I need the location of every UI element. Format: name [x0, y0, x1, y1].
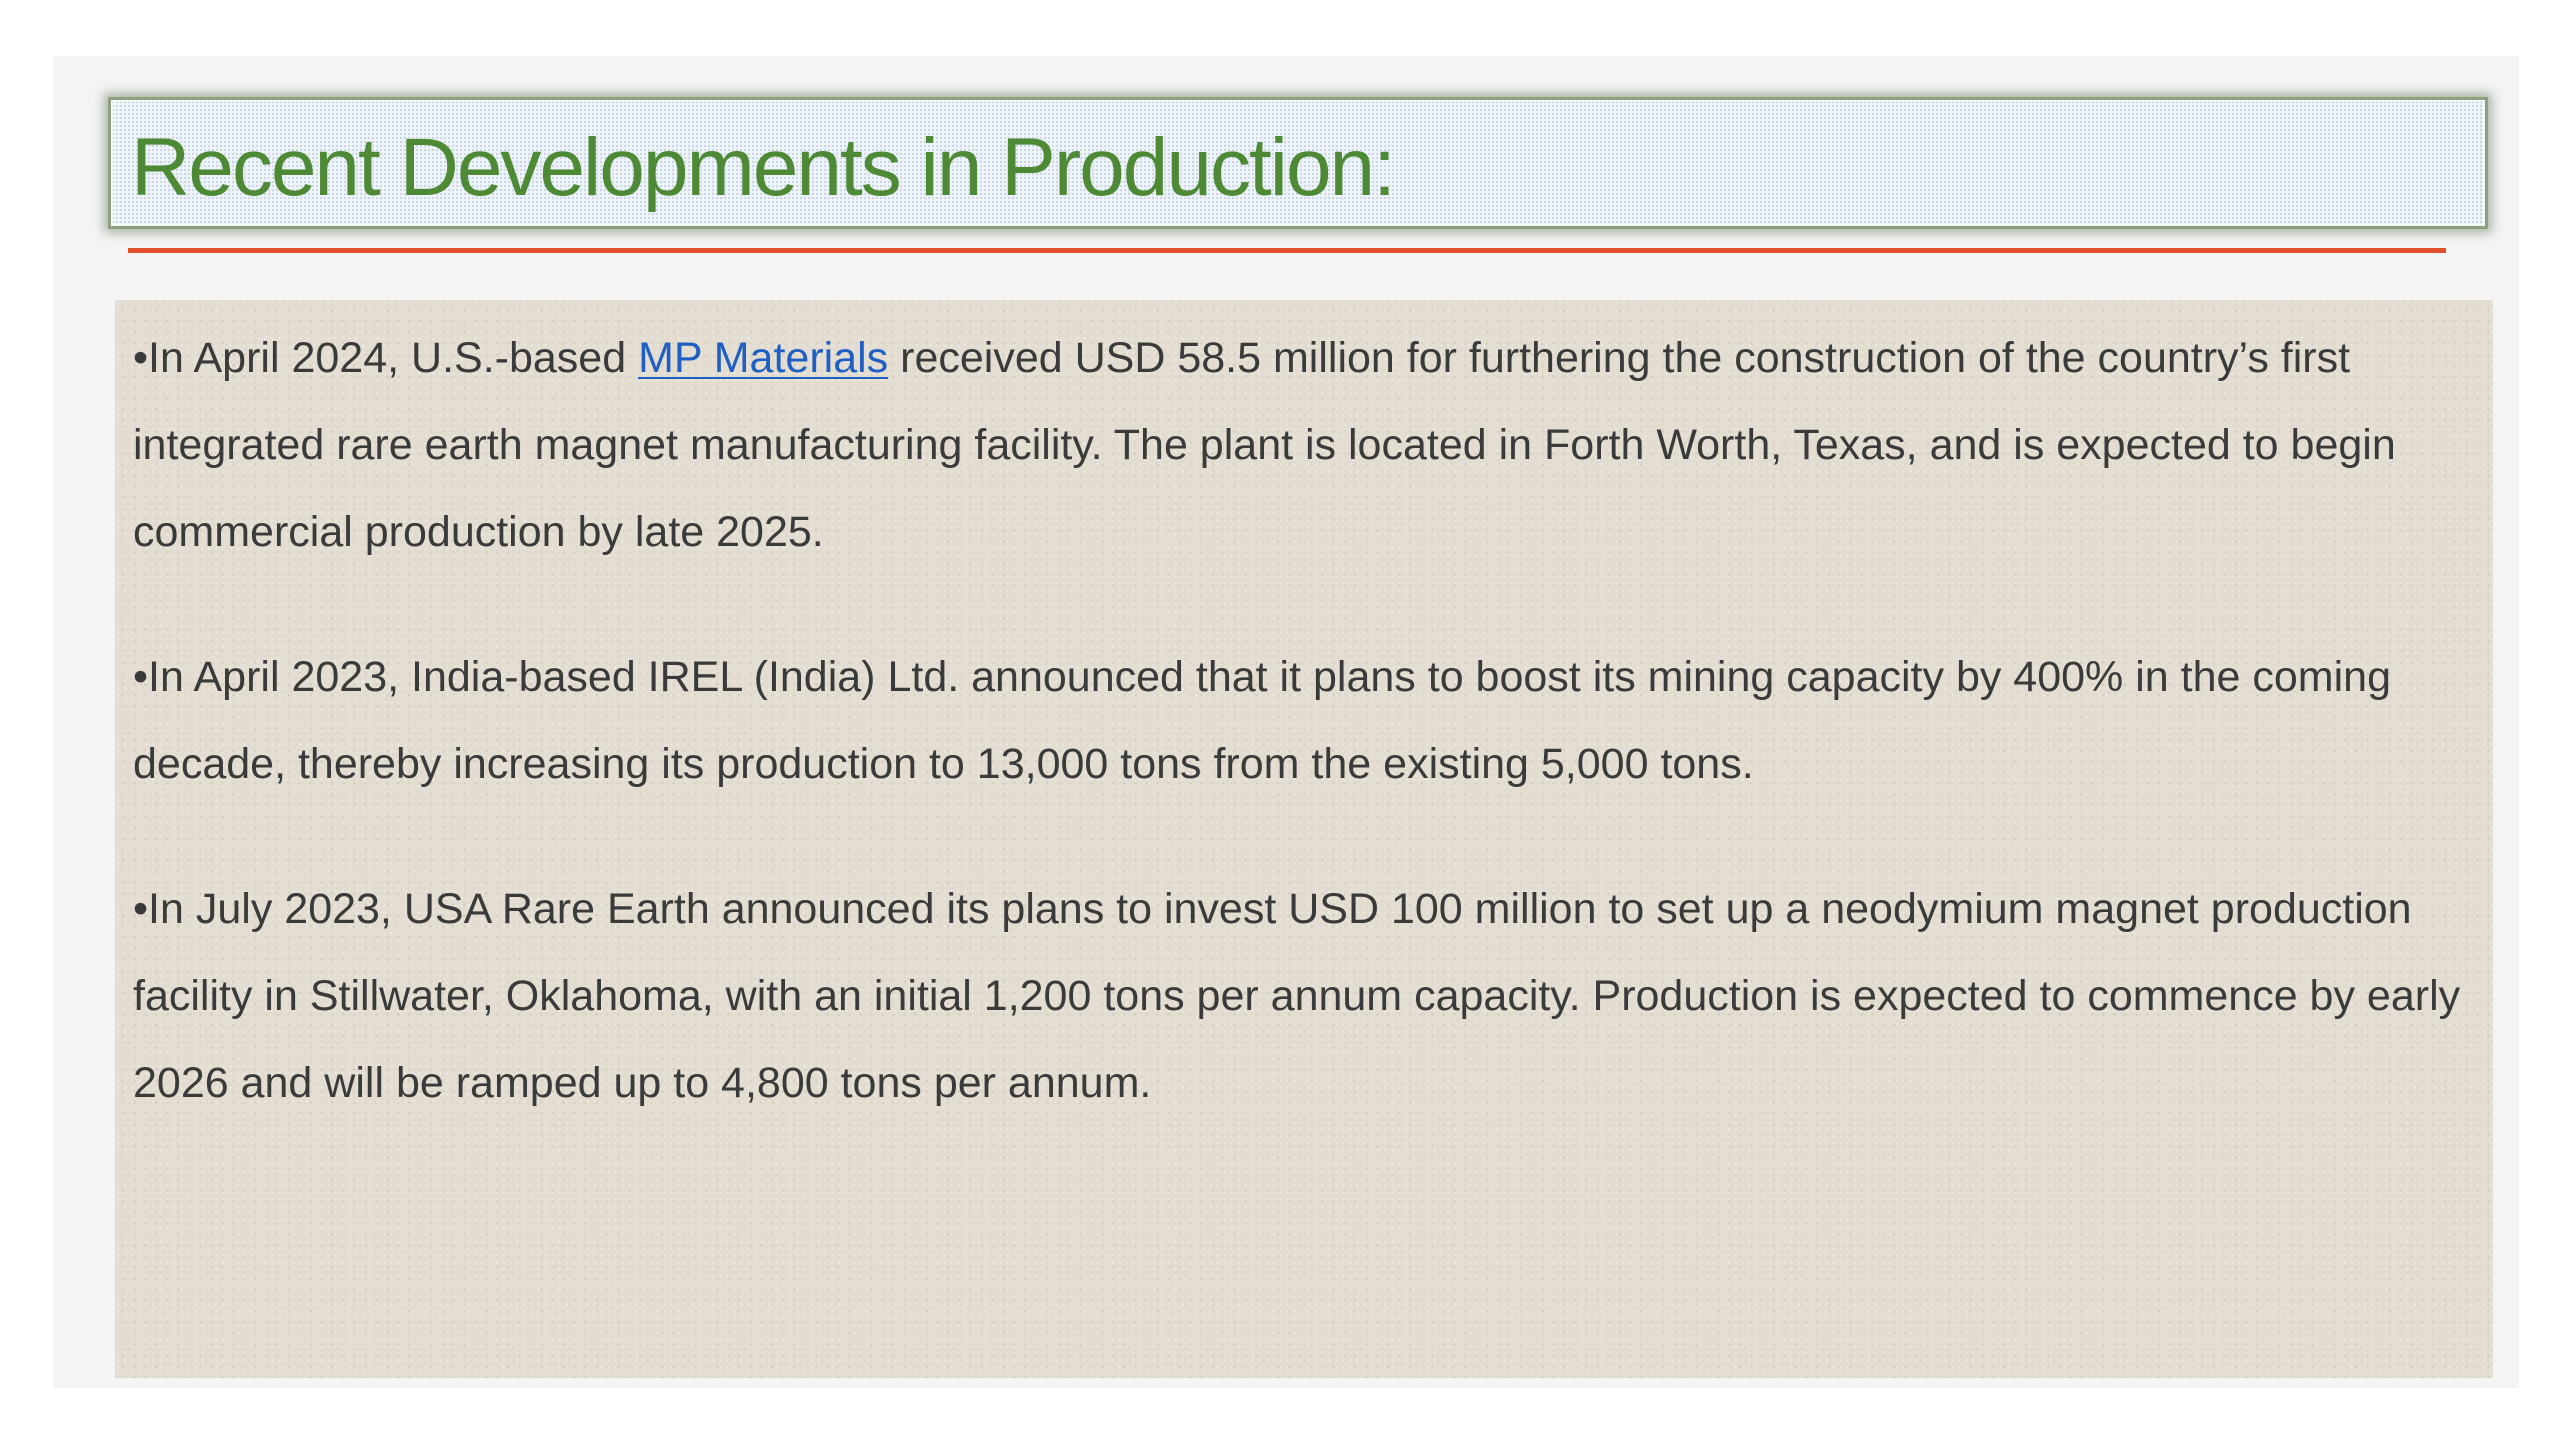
- title-underline-rule: [128, 248, 2446, 253]
- bullet-april-2023: •In April 2023, India-based IREL (India)…: [133, 653, 2391, 788]
- slide: Recent Developments in Production: •In A…: [53, 56, 2519, 1388]
- bullet-july-2023: •In July 2023, USA Rare Earth announced …: [133, 885, 2461, 1107]
- slide-title: Recent Developments in Production:: [131, 122, 1396, 213]
- bullet-april-2024: •In April 2024, U.S.-based MP Materials …: [133, 315, 2493, 576]
- bullet-text-prefix: •In April 2024, U.S.-based: [133, 334, 639, 382]
- title-box: Recent Developments in Production:: [108, 97, 2488, 229]
- content-box: •In April 2024, U.S.-based MP Materials …: [115, 300, 2493, 1378]
- mp-materials-link[interactable]: MP Materials: [638, 334, 888, 382]
